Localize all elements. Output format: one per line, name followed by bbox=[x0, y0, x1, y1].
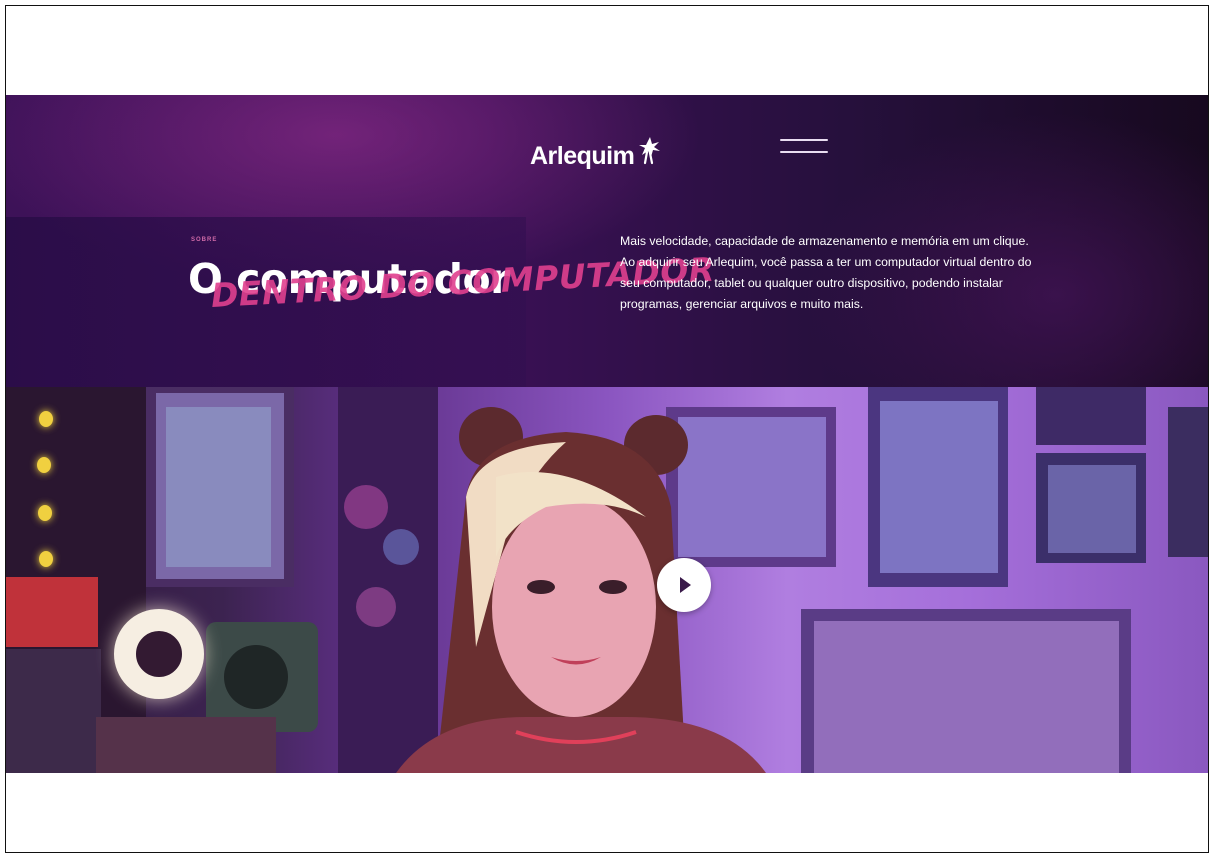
play-icon[interactable] bbox=[657, 558, 711, 612]
ring-light bbox=[114, 609, 204, 699]
hero-description: Mais velocidade, capacidade de armazenam… bbox=[620, 234, 1032, 311]
room-scene bbox=[6, 387, 1208, 773]
logo-text: Arlequim bbox=[530, 142, 635, 170]
harlequin-star-icon bbox=[639, 137, 661, 165]
logo[interactable]: Arlequim bbox=[530, 135, 662, 171]
menu-line bbox=[780, 151, 828, 153]
hamburger-menu-icon[interactable] bbox=[780, 137, 830, 157]
video-thumbnail[interactable] bbox=[6, 387, 1208, 773]
hero-header: Arlequim SOBRE O computador DENTRO DO CO… bbox=[6, 95, 1208, 387]
section-eyebrow: SOBRE bbox=[191, 237, 218, 243]
hero-banner: Arlequim SOBRE O computador DENTRO DO CO… bbox=[6, 95, 1208, 773]
menu-line bbox=[780, 139, 828, 141]
